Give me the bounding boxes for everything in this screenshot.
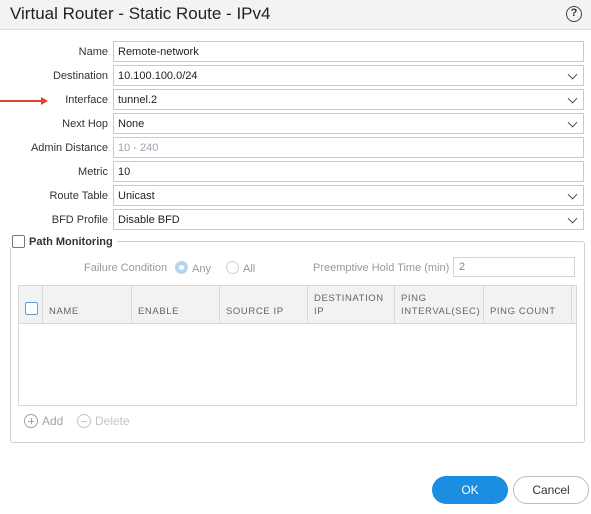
name-input[interactable]: Remote-network — [113, 41, 584, 62]
chevron-down-icon[interactable] — [567, 93, 578, 104]
column-header-name[interactable]: NAME — [43, 286, 132, 324]
metric-input[interactable]: 10 — [113, 161, 584, 182]
table-header: NAME ENABLE SOURCE IP DESTINATION IP PIN… — [19, 286, 576, 324]
delete-label: Delete — [95, 414, 130, 428]
interface-row: Interface tunnel.2 — [0, 89, 591, 111]
path-monitoring-checkbox[interactable] — [12, 235, 25, 248]
chevron-down-icon[interactable] — [567, 117, 578, 128]
failure-any-radio[interactable] — [175, 261, 188, 274]
next-hop-value: None — [118, 118, 145, 130]
route-table-label: Route Table — [49, 190, 108, 202]
interface-value: tunnel.2 — [118, 94, 158, 106]
destination-row: Destination 10.100.100.0/24 — [0, 65, 591, 87]
column-header-enable[interactable]: ENABLE — [132, 286, 220, 324]
interface-select[interactable]: tunnel.2 — [113, 89, 584, 110]
bfd-profile-select[interactable]: Disable BFD — [113, 209, 584, 230]
interface-label: Interface — [65, 94, 108, 106]
path-monitoring-label: Path Monitoring — [29, 235, 113, 248]
admin-distance-row: Admin Distance 10 - 240 — [0, 137, 591, 159]
destination-label: Destination — [52, 70, 108, 82]
column-header-ping-interval[interactable]: PING INTERVAL(SEC) — [395, 286, 484, 324]
dialog-titlebar: Virtual Router - Static Route - IPv4 ? — [0, 0, 591, 30]
bfd-profile-value: Disable BFD — [118, 214, 180, 226]
select-all-checkbox[interactable] — [25, 302, 38, 315]
metric-row: Metric 10 — [0, 161, 591, 183]
column-header-ping-count[interactable]: PING COUNT — [484, 286, 572, 324]
route-table-select[interactable]: Unicast — [113, 185, 584, 206]
minus-icon — [77, 414, 91, 428]
chevron-down-icon[interactable] — [567, 213, 578, 224]
route-table-row: Route Table Unicast — [0, 185, 591, 207]
chevron-down-icon[interactable] — [567, 189, 578, 200]
name-row: Name Remote-network — [0, 41, 591, 63]
chevron-down-icon[interactable] — [567, 69, 578, 80]
column-header-destination-ip[interactable]: DESTINATION IP — [308, 286, 395, 324]
dialog-title: Virtual Router - Static Route - IPv4 — [10, 4, 271, 23]
ok-button[interactable]: OK — [432, 476, 508, 504]
preemptive-hold-input[interactable]: 2 — [453, 257, 575, 277]
next-hop-row: Next Hop None — [0, 113, 591, 135]
select-all-column — [19, 286, 43, 324]
next-hop-select[interactable]: None — [113, 113, 584, 134]
delete-button[interactable]: Delete — [77, 414, 130, 428]
next-hop-label: Next Hop — [62, 118, 108, 130]
failure-all-radio[interactable] — [226, 261, 239, 274]
failure-condition-label: Failure Condition — [84, 262, 168, 274]
bfd-profile-label: BFD Profile — [51, 214, 108, 226]
path-monitoring-legend: Path Monitoring — [10, 235, 117, 248]
route-table-value: Unicast — [118, 190, 155, 202]
plus-icon — [24, 414, 38, 428]
name-label: Name — [78, 46, 108, 58]
add-button[interactable]: Add — [24, 414, 63, 428]
failure-any-label: Any — [192, 263, 211, 275]
preemptive-hold-label: Preemptive Hold Time (min) — [313, 262, 450, 274]
admin-distance-label: Admin Distance — [30, 142, 108, 154]
destination-value: 10.100.100.0/24 — [118, 70, 198, 82]
column-header-source-ip[interactable]: SOURCE IP — [220, 286, 308, 324]
path-monitoring-table: NAME ENABLE SOURCE IP DESTINATION IP PIN… — [18, 285, 577, 406]
add-label: Add — [42, 414, 64, 428]
admin-distance-input[interactable]: 10 - 240 — [113, 137, 584, 158]
bfd-profile-row: BFD Profile Disable BFD — [0, 209, 591, 231]
failure-all-label: All — [243, 263, 256, 275]
cancel-button[interactable]: Cancel — [513, 476, 589, 504]
destination-combobox[interactable]: 10.100.100.0/24 — [113, 65, 584, 86]
help-icon[interactable]: ? — [566, 6, 582, 22]
metric-label: Metric — [78, 166, 108, 178]
